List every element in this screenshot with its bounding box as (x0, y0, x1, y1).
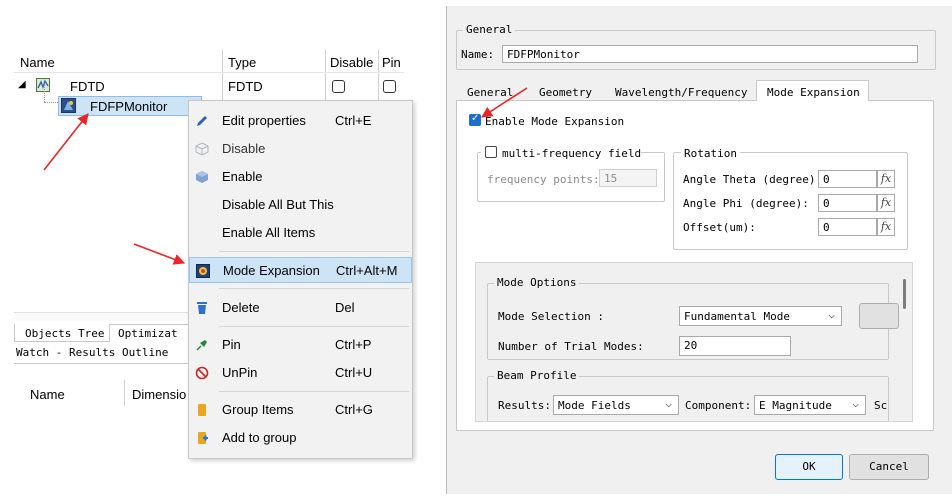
annotation-arrow (43, 113, 89, 171)
annotation-arrows (43, 87, 528, 265)
annotation-arrow (481, 87, 528, 118)
annotation-arrow (133, 243, 186, 265)
